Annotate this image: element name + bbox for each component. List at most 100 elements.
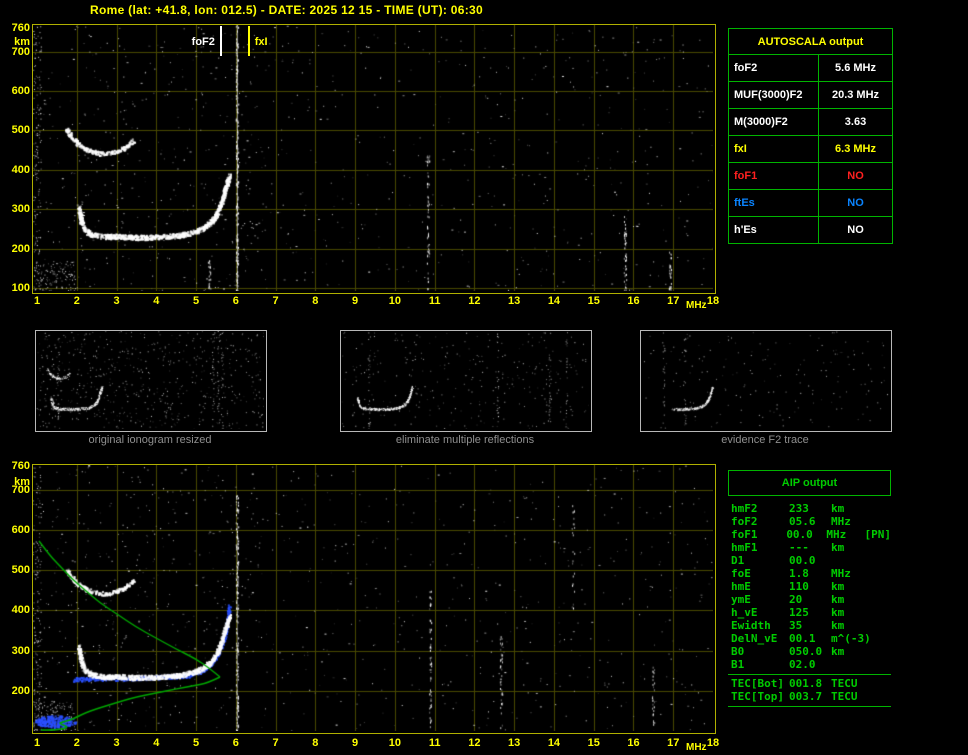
autoscala-row: foF1 NO [729, 162, 892, 189]
autoscala-value: NO [847, 197, 864, 209]
aip-param-name: hmF1 [731, 541, 758, 554]
thumbnail-caption-original: original ionogram resized [88, 434, 212, 446]
aip-param-unit: km [831, 619, 845, 632]
aip-tec-unit: TECU [831, 677, 858, 690]
aip-panel-title: AIP output [781, 477, 838, 489]
aip-param-unit [831, 554, 871, 567]
aip-param-unit: MHz [831, 567, 851, 580]
autoscala-param: fxI [729, 136, 819, 162]
x-axis-tick-bottom: 18 [706, 737, 720, 749]
aip-tec-value: 003.7 [789, 690, 823, 703]
aip-param-name: B1 [731, 658, 745, 671]
autoscala-value: 6.3 MHz [835, 143, 876, 155]
aip-output-panel: AIP output hmF2 233 km foF2 05.6 MHz foF1 00.0 M… [728, 470, 891, 709]
x-axis-tick-bottom: 10 [388, 737, 401, 749]
aip-param-unit [831, 658, 871, 671]
y-axis-tick-bottom: 400 [11, 604, 30, 617]
aip-param-value: 00.0 [789, 554, 816, 567]
autoscala-row: M(3000)F2 3.63 [729, 108, 892, 135]
x-axis-tick-top: 11 [428, 295, 441, 307]
x-axis-tick-top: 18 [706, 295, 720, 307]
x-axis-tick-top: 6 [232, 295, 239, 307]
x-axis-tick-bottom: 1 [33, 737, 41, 749]
aip-param-note [871, 619, 891, 632]
aip-param-note [871, 606, 891, 619]
aip-param-unit: MHz [826, 528, 847, 541]
x-axis-tick-bottom: 8 [312, 737, 319, 749]
aip-tec-unit: TECU [831, 690, 858, 703]
autoscala-row: MUF(3000)F2 20.3 MHz [729, 81, 892, 108]
aip-param-value: --- [789, 541, 809, 554]
aip-param-value: 00.0 [786, 528, 813, 541]
aip-param-name: DelN_vE [731, 632, 778, 645]
autoscala-value: 3.63 [844, 116, 867, 128]
y-axis-tick-bottom: 300 [11, 644, 30, 657]
x-axis-tick-bottom: 17 [667, 737, 680, 749]
x-axis-tick-top: 5 [192, 295, 200, 307]
aip-panel-title-box: AIP output [728, 470, 891, 496]
x-axis-unit-top: MHz [686, 300, 707, 311]
x-axis-tick-bottom: 15 [587, 737, 600, 749]
autoscala-row: fxI 6.3 MHz [729, 135, 892, 162]
aip-param-name: foE [731, 567, 751, 580]
aip-param-note [871, 645, 891, 658]
aip-param-value: 05.6 [789, 515, 816, 528]
y-axis-tick-bottom: 200 [11, 684, 30, 697]
x-axis-tick-bottom: 13 [508, 737, 521, 749]
aip-param-value: 35 [789, 619, 803, 632]
aip-param-note [871, 541, 891, 554]
autoscala-value: NO [847, 170, 864, 182]
aip-row: DelN_vE 00.1 m^(-3) [728, 632, 891, 645]
marker-line-fxi [247, 26, 250, 56]
top-ionogram-plot: foF2 fxI [32, 24, 716, 294]
top-ionogram-canvas [33, 25, 713, 291]
aip-param-unit: km [831, 645, 845, 658]
x-axis-tick-top: 16 [627, 295, 640, 307]
aip-param-name: foF2 [731, 515, 758, 528]
aip-param-note: [PN] [864, 528, 892, 541]
aip-param-note [871, 593, 891, 606]
x-axis-tick-top: 12 [468, 295, 481, 307]
aip-param-name: h_vE [731, 606, 758, 619]
thumbnail-eliminate-reflections-canvas [341, 331, 589, 429]
x-axis-tick-top: 1 [33, 295, 41, 307]
aip-param-value: 1.8 [789, 567, 809, 580]
x-axis-tick-bottom: 3 [113, 737, 120, 749]
x-axis-tick-bottom: 7 [272, 737, 279, 749]
thumbnail-eliminate-reflections [340, 330, 592, 432]
y-axis-tick-top: 600 [11, 85, 30, 98]
aip-row: h_vE 125 km [728, 606, 891, 619]
marker-label-fxi: fxI [254, 36, 268, 48]
thumbnail-original-canvas [36, 331, 264, 429]
aip-tec-row: TEC[Bot] 001.8 TECU [728, 677, 891, 690]
aip-param-unit: m^(-3) [831, 632, 871, 645]
aip-separator-bottom [728, 706, 891, 707]
x-axis-tick-top: 13 [508, 295, 521, 307]
x-axis-tick-top: 15 [587, 295, 600, 307]
aip-parameter-list: hmF2 233 km foF2 05.6 MHz foF1 00.0 MHz [PN] hmF1 -… [728, 502, 891, 671]
aip-param-value: 02.0 [789, 658, 816, 671]
autoscala-value: NO [847, 224, 864, 236]
x-axis-tick-bottom: 12 [468, 737, 481, 749]
bottom-ionogram-plot [32, 464, 716, 734]
aip-param-name: ymE [731, 593, 751, 606]
x-axis-tick-bottom: 16 [627, 737, 640, 749]
aip-row: foF2 05.6 MHz [728, 515, 891, 528]
aip-param-note [871, 502, 891, 515]
aip-param-unit: km [831, 502, 845, 515]
autoscala-output-panel: AUTOSCALA output foF2 5.6 MHz MUF(3000)F2 2… [728, 28, 893, 244]
aip-row: D1 00.0 [728, 554, 891, 567]
aip-row: hmE 110 km [728, 580, 891, 593]
aip-param-note [871, 580, 891, 593]
aip-tec-name: TEC[Top] [731, 690, 784, 703]
x-axis-tick-bottom: 9 [352, 737, 359, 749]
thumbnail-caption-evidence: evidence F2 trace [721, 434, 809, 446]
thumbnail-evidence-f2-canvas [641, 331, 889, 429]
autoscala-param: MUF(3000)F2 [729, 82, 819, 108]
autoscala-panel-title: AUTOSCALA output [757, 35, 864, 48]
aip-param-value: 050.0 [789, 645, 823, 658]
x-axis-tick-top: 9 [352, 295, 359, 307]
marker-line-fof2 [219, 26, 222, 56]
autoscala-value: 20.3 MHz [831, 89, 880, 101]
aip-param-name: hmE [731, 580, 751, 593]
